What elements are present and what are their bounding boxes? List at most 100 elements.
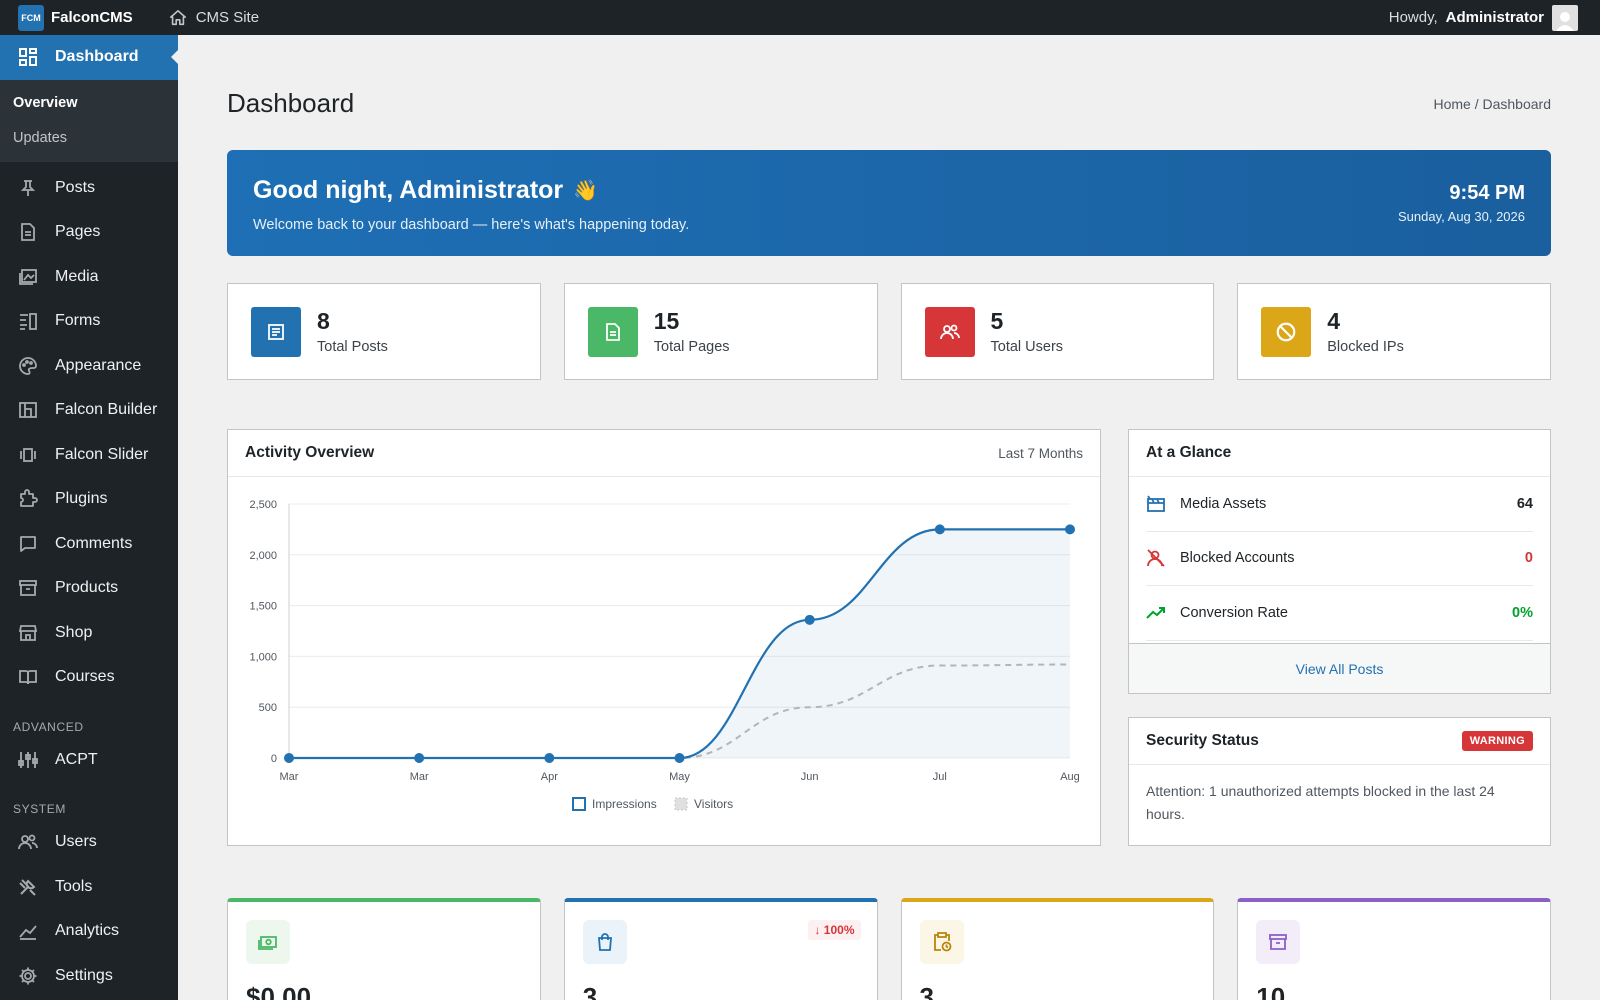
- sidebar-item-media[interactable]: Media: [0, 255, 178, 300]
- view-all-posts-link[interactable]: View All Posts: [1129, 643, 1550, 693]
- summary-card-orders[interactable]: ↓ 100% 3: [563, 898, 878, 1000]
- sidebar-item-label: ACPT: [55, 750, 98, 768]
- security-status-card: Security Status WARNING Attention: 1 una…: [1128, 717, 1551, 846]
- sidebar-item-courses[interactable]: Courses: [0, 655, 178, 700]
- sidebar-item-products[interactable]: Products: [0, 566, 178, 611]
- y-tick-label: 2,000: [249, 550, 277, 562]
- x-tick-label: Mar: [280, 771, 299, 783]
- sidebar: Dashboard Overview Updates Posts Pages M…: [0, 35, 179, 1000]
- page-icon: [605, 322, 620, 341]
- main-content: Dashboard Home / Dashboard Good night, A…: [227, 35, 1551, 1000]
- stat-icon-box: [1261, 306, 1312, 357]
- submenu-overview[interactable]: Overview: [0, 86, 178, 121]
- users-icon: [18, 834, 38, 850]
- sidebar-item-plugins[interactable]: Plugins: [0, 477, 178, 522]
- glance-row-media[interactable]: Media Assets 64: [1146, 477, 1533, 532]
- sidebar-item-label: Falcon Builder: [55, 401, 158, 419]
- sidebar-item-dashboard[interactable]: Dashboard: [0, 35, 179, 80]
- summary-card-revenue[interactable]: $0.00: [227, 898, 541, 1000]
- stat-card-blocked-ips[interactable]: 4 Blocked IPs: [1237, 283, 1551, 380]
- summary-card-pending[interactable]: 3: [900, 898, 1215, 1000]
- sidebar-item-label: Settings: [55, 966, 113, 984]
- summary-icon-box: [582, 920, 627, 964]
- card-title: At a Glance: [1146, 444, 1232, 461]
- tools-icon: [19, 879, 36, 896]
- sidebar-item-falcon-slider[interactable]: Falcon Slider: [0, 433, 178, 478]
- sidebar-item-label: Comments: [55, 534, 133, 552]
- sidebar-item-label: Shop: [55, 623, 93, 641]
- sidebar-item-posts[interactable]: Posts: [0, 166, 178, 211]
- chart-range[interactable]: Last 7 Months: [998, 446, 1083, 461]
- impressions-point: [934, 524, 945, 535]
- sidebar-item-shop[interactable]: Shop: [0, 611, 178, 656]
- clipboard-clock-icon: [933, 932, 951, 952]
- card-title: Security Status: [1146, 732, 1259, 749]
- analytics-icon: [19, 925, 37, 941]
- sidebar-item-users[interactable]: Users: [0, 820, 178, 865]
- page-icon: [21, 223, 35, 242]
- avatar[interactable]: [1552, 4, 1578, 31]
- sidebar-item-forms[interactable]: Forms: [0, 299, 178, 344]
- stat-card-pages[interactable]: 15 Total Pages: [563, 283, 878, 380]
- brand[interactable]: FCM FalconCMS: [0, 4, 133, 31]
- legend-swatch-visitors: [674, 797, 688, 811]
- sidebar-item-appearance[interactable]: Appearance: [0, 344, 178, 389]
- clock-time: 9:54 PM: [1449, 182, 1525, 204]
- stat-value: 5: [990, 308, 1004, 334]
- bag-icon: [597, 933, 612, 951]
- card-header: At a Glance: [1129, 430, 1550, 477]
- impressions-point: [284, 753, 294, 763]
- stat-value: 8: [317, 308, 330, 334]
- trend-badge: ↓ 100%: [808, 920, 861, 940]
- site-link-label: CMS Site: [195, 9, 260, 26]
- pin-icon: [20, 179, 36, 196]
- x-tick-label: Mar: [410, 771, 429, 783]
- comment-icon: [20, 535, 36, 552]
- user-avatar-icon: [1556, 11, 1574, 31]
- sidebar-item-settings[interactable]: Settings: [0, 954, 178, 999]
- sidebar-item-comments[interactable]: Comments: [0, 522, 178, 567]
- stat-card-posts[interactable]: 8 Total Posts: [227, 283, 541, 380]
- builder-icon: [19, 402, 37, 419]
- warning-badge: WARNING: [1461, 731, 1533, 751]
- summary-card-products[interactable]: 10: [1237, 898, 1551, 1000]
- sidebar-item-label: Pages: [55, 223, 101, 241]
- store-icon: [18, 624, 38, 641]
- dashboard-submenu: Overview Updates: [0, 79, 178, 162]
- glance-row-blocked-accounts[interactable]: Blocked Accounts 0: [1146, 532, 1533, 586]
- glance-value: 0%: [1512, 604, 1533, 621]
- sidebar-item-analytics[interactable]: Analytics: [0, 909, 178, 954]
- stat-label: Blocked IPs: [1327, 339, 1404, 355]
- blocked-user-icon: [1147, 549, 1165, 567]
- sidebar-item-label: Products: [55, 579, 119, 597]
- sidebar-item-label: Tools: [55, 877, 93, 895]
- security-message: Attention: 1 unauthorized attempts block…: [1146, 783, 1495, 822]
- blocked-icon: [1276, 322, 1296, 341]
- site-link[interactable]: CMS Site: [169, 9, 259, 27]
- y-tick-label: 1,500: [249, 601, 277, 613]
- stats-row: 8 Total Posts 15 Total Pages 5 Total Users …: [227, 283, 1551, 380]
- legend-label-visitors: Visitors: [694, 797, 733, 811]
- glance-row-conversion-rate[interactable]: Conversion Rate 0%: [1146, 586, 1533, 641]
- glance-label: Conversion Rate: [1180, 604, 1288, 621]
- summary-icon-box: [919, 920, 964, 964]
- section-label-system: SYSTEM: [13, 802, 66, 816]
- legend-label-impressions: Impressions: [592, 797, 657, 811]
- impressions-point: [544, 753, 555, 763]
- sidebar-item-falcon-builder[interactable]: Falcon Builder: [0, 388, 178, 433]
- page-header: Dashboard Home / Dashboard: [227, 35, 1551, 169]
- gear-icon: [19, 967, 37, 985]
- clock-date: Sunday, Aug 30, 2026: [1398, 209, 1525, 224]
- glance-label: Blocked Accounts: [1180, 550, 1295, 567]
- breadcrumb[interactable]: Home / Dashboard: [1433, 96, 1551, 112]
- stat-value: 4: [1327, 308, 1341, 334]
- sidebar-item-acpt[interactable]: ACPT: [0, 738, 178, 783]
- user-name: Administrator: [1445, 9, 1544, 26]
- stat-card-users[interactable]: 5 Total Users: [900, 283, 1215, 380]
- sidebar-item-label: Appearance: [55, 356, 142, 374]
- user-menu[interactable]: Howdy, Administrator: [1389, 4, 1600, 31]
- sidebar-item-pages[interactable]: Pages: [0, 210, 178, 255]
- submenu-updates[interactable]: Updates: [0, 121, 178, 156]
- glance-label: Media Assets: [1180, 495, 1267, 512]
- sidebar-item-tools[interactable]: Tools: [0, 865, 178, 910]
